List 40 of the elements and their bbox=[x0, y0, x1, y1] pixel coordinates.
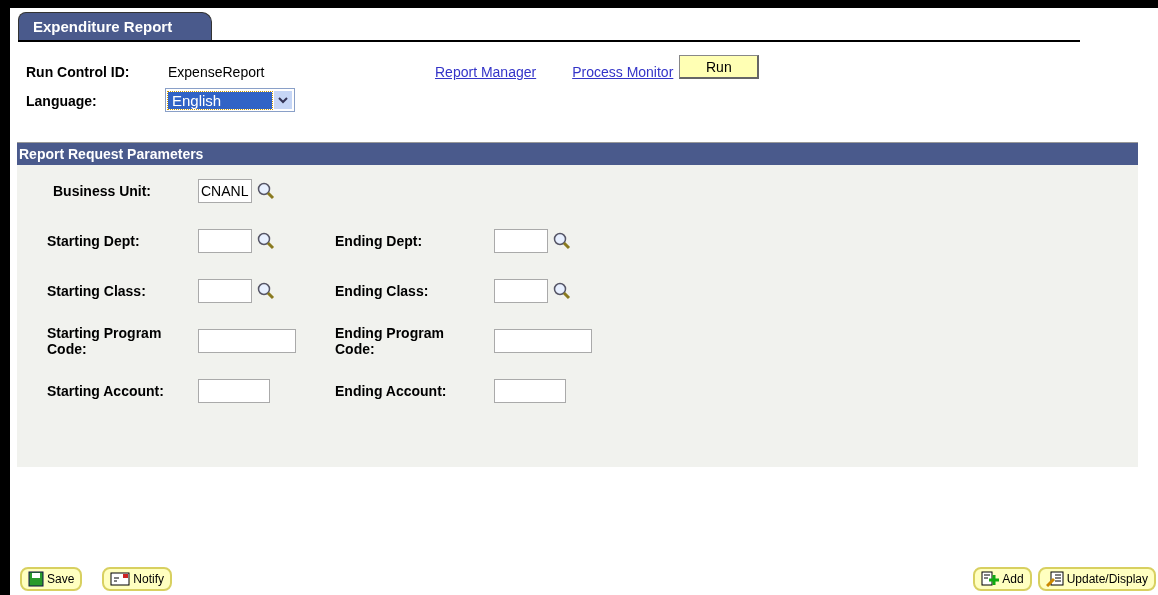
field-label: Starting Account: bbox=[47, 383, 165, 399]
input-field[interactable] bbox=[198, 279, 252, 303]
field-label: Ending Account: bbox=[335, 383, 448, 399]
field-label: Starting Program Code: bbox=[47, 325, 163, 357]
edit-document-icon bbox=[1045, 571, 1064, 587]
add-document-icon bbox=[981, 571, 1000, 587]
run-button[interactable]: Run bbox=[679, 55, 760, 79]
field-label: Starting Dept: bbox=[47, 233, 141, 249]
field-value: ExpenseReport bbox=[167, 64, 266, 80]
input-field[interactable]: CNANL bbox=[198, 179, 252, 203]
link[interactable]: Report Manager bbox=[435, 64, 537, 80]
field-label: Ending Program Code: bbox=[335, 325, 445, 357]
input-field[interactable] bbox=[494, 229, 548, 253]
save-button[interactable]: Save bbox=[20, 567, 83, 591]
field-label: Ending Class: bbox=[335, 283, 430, 299]
input-field[interactable] bbox=[494, 379, 566, 403]
search-icon[interactable] bbox=[552, 231, 572, 251]
language-dropdown[interactable]: English bbox=[165, 88, 295, 112]
input-field[interactable] bbox=[198, 379, 270, 403]
field-label: Language: bbox=[26, 93, 98, 109]
search-icon[interactable] bbox=[256, 281, 276, 301]
input-field[interactable] bbox=[198, 329, 296, 353]
field-label: Ending Dept: bbox=[335, 233, 424, 249]
search-icon[interactable] bbox=[256, 181, 276, 201]
field-label: Run Control ID: bbox=[26, 64, 131, 80]
update-button[interactable]: Update/Display bbox=[1037, 567, 1156, 591]
envelope-icon bbox=[110, 571, 131, 587]
search-icon[interactable] bbox=[552, 281, 572, 301]
input-field[interactable] bbox=[494, 279, 548, 303]
chevron-down-icon bbox=[274, 91, 292, 109]
notify-button[interactable]: Notify bbox=[102, 567, 173, 591]
input-field[interactable] bbox=[494, 329, 592, 353]
link[interactable]: Process Monitor bbox=[572, 64, 674, 80]
field-label: Starting Class: bbox=[47, 283, 147, 299]
add-button[interactable]: Add bbox=[973, 567, 1032, 591]
field-label: Business Unit: bbox=[53, 183, 152, 199]
search-icon[interactable] bbox=[256, 231, 276, 251]
section-header: Report Request Parameters bbox=[17, 142, 1138, 165]
tab[interactable]: Expenditure Report bbox=[18, 12, 212, 40]
input-field[interactable] bbox=[198, 229, 252, 253]
